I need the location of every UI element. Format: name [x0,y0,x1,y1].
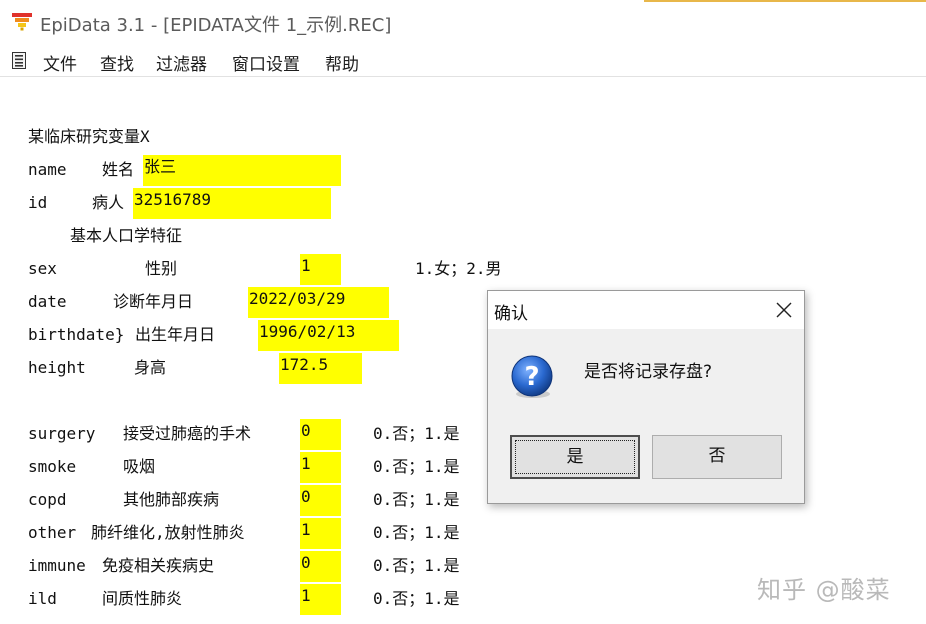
title-accent [644,0,926,2]
var-name: name [28,160,67,179]
var-smoke: smoke [28,457,77,476]
label-smoke: 吸烟 [123,457,156,476]
label-immune: 免疫相关疾病史 [102,556,215,575]
field-id[interactable]: 32516789 [133,188,331,219]
field-sex[interactable]: 1 [300,254,341,285]
label-sex: 性别 [145,259,178,278]
question-icon: ? [511,355,553,398]
window-title: EpiData 3.1 - [EPIDATA文件 1_示例.REC] [40,15,392,36]
dialog-title-bar: 确认 [488,291,804,329]
field-name[interactable]: 张三 [143,155,341,186]
var-sex: sex [28,259,57,278]
hint-sex: 1.女；2.男 [415,259,502,278]
form-heading: 某临床研究变量X [28,127,150,146]
var-birthdate: birthdate} [28,325,125,344]
no-button[interactable]: 否 [652,435,782,479]
field-other[interactable]: 1 [300,518,341,549]
label-date: 诊断年月日 [113,292,194,311]
label-id: 病人 [92,193,125,212]
hint-other: 0.否；1.是 [373,523,460,542]
field-height[interactable]: 172.5 [279,353,362,384]
focus-rect [515,440,635,474]
menu-bar: 文件 查找 过滤器 窗口设置 帮助 [0,44,926,77]
field-birthdate[interactable]: 1996/02/13 [258,320,399,351]
hint-ild: 0.否；1.是 [373,589,460,608]
dialog-message: 是否将记录存盘? [584,362,713,382]
menu-find[interactable]: 查找 [100,50,134,75]
label-height: 身高 [134,358,167,377]
menu-help[interactable]: 帮助 [325,50,359,75]
hint-smoke: 0.否；1.是 [373,457,460,476]
menu-file[interactable]: 文件 [43,50,77,75]
label-birthdate: 出生年月日 [135,325,216,344]
menu-window[interactable]: 窗口设置 [232,50,300,75]
label-copd: 其他肺部疾病 [123,490,220,509]
var-id: id [28,193,48,212]
var-ild: ild [28,589,57,608]
var-other: other [28,523,77,542]
var-copd: copd [28,490,67,509]
field-smoke[interactable]: 1 [300,452,341,483]
var-height: height [28,358,86,377]
confirm-dialog: 确认 ? 是否将记录存盘? 是 否 [487,290,805,504]
field-date[interactable]: 2022/03/29 [248,287,389,318]
yes-button[interactable]: 是 [510,435,640,479]
watermark: 知乎 @酸菜 [757,576,891,604]
no-button-label: 否 [708,446,726,466]
field-copd[interactable]: 0 [300,485,341,516]
var-immune: immune [28,556,86,575]
hint-immune: 0.否；1.是 [373,556,460,575]
dialog-title: 确认 [494,304,528,324]
label-ild: 间质性肺炎 [102,589,183,608]
field-surgery[interactable]: 0 [300,419,341,450]
close-icon[interactable] [768,294,800,326]
field-immune[interactable]: 0 [300,551,341,582]
var-date: date [28,292,67,311]
var-surgery: surgery [28,424,96,443]
label-surgery: 接受过肺癌的手术 [123,424,252,443]
svg-text:?: ? [524,362,539,392]
label-other: 肺纤维化,放射性肺炎 [91,523,245,542]
menu-filter[interactable]: 过滤器 [156,50,207,75]
hint-surgery: 0.否；1.是 [373,424,460,443]
epidata-app-icon [12,13,32,31]
label-name: 姓名 [102,160,135,179]
document-icon[interactable] [12,52,26,69]
field-ild[interactable]: 1 [300,584,341,615]
title-bar: EpiData 3.1 - [EPIDATA文件 1_示例.REC] [0,0,926,44]
hint-copd: 0.否；1.是 [373,490,460,509]
section-basic-demographics: 基本人口学特征 [70,226,183,245]
